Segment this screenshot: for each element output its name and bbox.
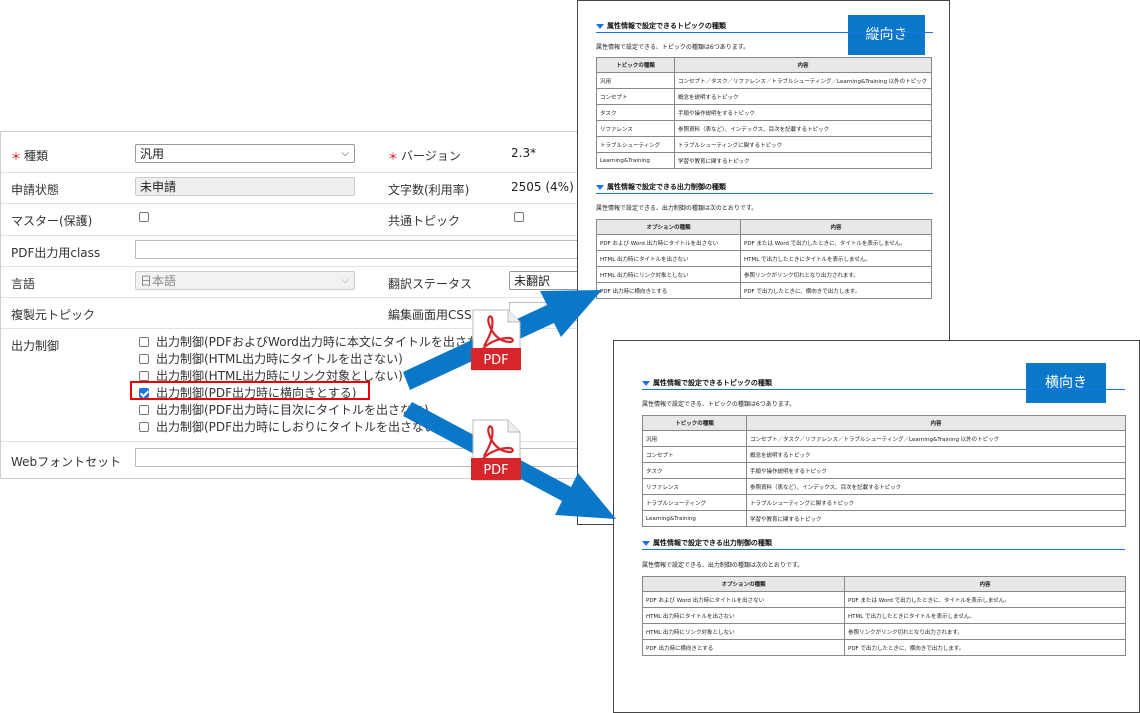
pdf-icon-label: PDF [483, 353, 508, 368]
pdf-icon: PDF [471, 309, 521, 371]
pdf-icon-label: PDF [483, 463, 508, 478]
flow-arrows [403, 290, 616, 519]
pdf-icon: PDF [471, 419, 521, 481]
